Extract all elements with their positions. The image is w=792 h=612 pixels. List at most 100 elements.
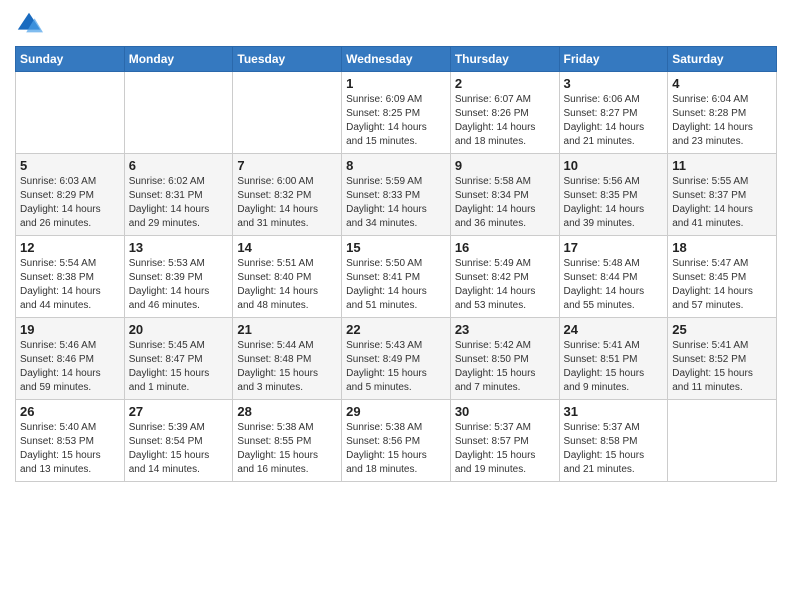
- day-number: 17: [564, 240, 664, 255]
- calendar-cell: [668, 400, 777, 482]
- day-number: 21: [237, 322, 337, 337]
- calendar-cell: 27 Sunrise: 5:39 AM Sunset: 8:54 PM Dayli…: [124, 400, 233, 482]
- day-number: 11: [672, 158, 772, 173]
- day-number: 4: [672, 76, 772, 91]
- day-info: Sunrise: 5:41 AM Sunset: 8:52 PM Dayligh…: [672, 339, 772, 395]
- day-number: 22: [346, 322, 446, 337]
- calendar-cell: 24 Sunrise: 5:41 AM Sunset: 8:51 PM Dayli…: [559, 318, 668, 400]
- calendar-week-row: 19 Sunrise: 5:46 AM Sunset: 8:46 PM Dayli…: [16, 318, 777, 400]
- day-of-week-header: Saturday: [668, 47, 777, 72]
- calendar-week-row: 26 Sunrise: 5:40 AM Sunset: 8:53 PM Dayli…: [16, 400, 777, 482]
- day-number: 20: [129, 322, 229, 337]
- calendar-cell: 23 Sunrise: 5:42 AM Sunset: 8:50 PM Dayli…: [450, 318, 559, 400]
- day-info: Sunrise: 5:37 AM Sunset: 8:58 PM Dayligh…: [564, 421, 664, 477]
- calendar-cell: 14Sunrise: 5:51 AM Sunset: 8:40 PM Dayli…: [233, 236, 342, 318]
- day-number: 7: [237, 158, 337, 173]
- day-number: 6: [129, 158, 229, 173]
- calendar-cell: 30Sunrise: 5:37 AM Sunset: 8:57 PM Dayli…: [450, 400, 559, 482]
- calendar-cell: 10 Sunrise: 5:56 AM Sunset: 8:35 PM Dayli…: [559, 154, 668, 236]
- day-info: Sunrise: 5:46 AM Sunset: 8:46 PM Dayligh…: [20, 339, 120, 395]
- day-number: 10: [564, 158, 664, 173]
- day-info: Sunrise: 6:06 AM Sunset: 8:27 PM Dayligh…: [564, 93, 664, 149]
- day-number: 9: [455, 158, 555, 173]
- calendar-cell: 31 Sunrise: 5:37 AM Sunset: 8:58 PM Dayli…: [559, 400, 668, 482]
- calendar-cell: 9 Sunrise: 5:58 AM Sunset: 8:34 PM Daylig…: [450, 154, 559, 236]
- day-number: 12: [20, 240, 120, 255]
- day-info: Sunrise: 5:39 AM Sunset: 8:54 PM Dayligh…: [129, 421, 229, 477]
- day-of-week-header: Wednesday: [342, 47, 451, 72]
- calendar-cell: 28Sunrise: 5:38 AM Sunset: 8:55 PM Dayli…: [233, 400, 342, 482]
- calendar-cell: 13 Sunrise: 5:53 AM Sunset: 8:39 PM Dayli…: [124, 236, 233, 318]
- day-of-week-header: Sunday: [16, 47, 125, 72]
- day-info: Sunrise: 5:49 AM Sunset: 8:42 PM Dayligh…: [455, 257, 555, 313]
- day-info: Sunrise: 6:02 AM Sunset: 8:31 PM Dayligh…: [129, 175, 229, 231]
- day-number: 1: [346, 76, 446, 91]
- day-info: Sunrise: 5:47 AM Sunset: 8:45 PM Dayligh…: [672, 257, 772, 313]
- page-header: [15, 10, 777, 38]
- logo-icon: [15, 10, 43, 38]
- day-info: Sunrise: 5:59 AM Sunset: 8:33 PM Dayligh…: [346, 175, 446, 231]
- day-info: Sunrise: 5:53 AM Sunset: 8:39 PM Dayligh…: [129, 257, 229, 313]
- calendar-cell: 11Sunrise: 5:55 AM Sunset: 8:37 PM Dayli…: [668, 154, 777, 236]
- calendar-cell: [124, 72, 233, 154]
- day-info: Sunrise: 5:38 AM Sunset: 8:56 PM Dayligh…: [346, 421, 446, 477]
- calendar-cell: [16, 72, 125, 154]
- calendar-cell: 8Sunrise: 5:59 AM Sunset: 8:33 PM Daylig…: [342, 154, 451, 236]
- day-number: 19: [20, 322, 120, 337]
- day-number: 3: [564, 76, 664, 91]
- day-number: 16: [455, 240, 555, 255]
- day-of-week-header: Thursday: [450, 47, 559, 72]
- calendar-cell: 20 Sunrise: 5:45 AM Sunset: 8:47 PM Dayli…: [124, 318, 233, 400]
- day-number: 27: [129, 404, 229, 419]
- day-of-week-header: Friday: [559, 47, 668, 72]
- calendar-cell: 2 Sunrise: 6:07 AM Sunset: 8:26 PM Daylig…: [450, 72, 559, 154]
- day-info: Sunrise: 5:42 AM Sunset: 8:50 PM Dayligh…: [455, 339, 555, 395]
- calendar-cell: 5Sunrise: 6:03 AM Sunset: 8:29 PM Daylig…: [16, 154, 125, 236]
- calendar-cell: 12 Sunrise: 5:54 AM Sunset: 8:38 PM Dayli…: [16, 236, 125, 318]
- day-info: Sunrise: 5:48 AM Sunset: 8:44 PM Dayligh…: [564, 257, 664, 313]
- calendar-cell: 1 Sunrise: 6:09 AM Sunset: 8:25 PM Daylig…: [342, 72, 451, 154]
- day-number: 14: [237, 240, 337, 255]
- calendar-table: SundayMondayTuesdayWednesdayThursdayFrid…: [15, 46, 777, 482]
- day-info: Sunrise: 5:56 AM Sunset: 8:35 PM Dayligh…: [564, 175, 664, 231]
- day-info: Sunrise: 5:50 AM Sunset: 8:41 PM Dayligh…: [346, 257, 446, 313]
- day-number: 26: [20, 404, 120, 419]
- day-info: Sunrise: 5:41 AM Sunset: 8:51 PM Dayligh…: [564, 339, 664, 395]
- calendar-cell: 16 Sunrise: 5:49 AM Sunset: 8:42 PM Dayli…: [450, 236, 559, 318]
- day-info: Sunrise: 5:38 AM Sunset: 8:55 PM Dayligh…: [237, 421, 337, 477]
- day-of-week-header: Tuesday: [233, 47, 342, 72]
- calendar-cell: 19 Sunrise: 5:46 AM Sunset: 8:46 PM Dayli…: [16, 318, 125, 400]
- day-info: Sunrise: 5:54 AM Sunset: 8:38 PM Dayligh…: [20, 257, 120, 313]
- calendar-cell: 21 Sunrise: 5:44 AM Sunset: 8:48 PM Dayli…: [233, 318, 342, 400]
- calendar-cell: 29Sunrise: 5:38 AM Sunset: 8:56 PM Dayli…: [342, 400, 451, 482]
- day-number: 25: [672, 322, 772, 337]
- day-number: 23: [455, 322, 555, 337]
- day-of-week-header: Monday: [124, 47, 233, 72]
- calendar-header-row: SundayMondayTuesdayWednesdayThursdayFrid…: [16, 47, 777, 72]
- calendar-cell: 17 Sunrise: 5:48 AM Sunset: 8:44 PM Dayli…: [559, 236, 668, 318]
- day-info: Sunrise: 5:45 AM Sunset: 8:47 PM Dayligh…: [129, 339, 229, 395]
- day-number: 24: [564, 322, 664, 337]
- calendar-cell: 25 Sunrise: 5:41 AM Sunset: 8:52 PM Dayli…: [668, 318, 777, 400]
- day-info: Sunrise: 5:44 AM Sunset: 8:48 PM Dayligh…: [237, 339, 337, 395]
- calendar-cell: 7 Sunrise: 6:00 AM Sunset: 8:32 PM Daylig…: [233, 154, 342, 236]
- day-number: 2: [455, 76, 555, 91]
- calendar-week-row: 1 Sunrise: 6:09 AM Sunset: 8:25 PM Daylig…: [16, 72, 777, 154]
- day-info: Sunrise: 5:58 AM Sunset: 8:34 PM Dayligh…: [455, 175, 555, 231]
- day-number: 5: [20, 158, 120, 173]
- day-number: 18: [672, 240, 772, 255]
- day-number: 30: [455, 404, 555, 419]
- day-info: Sunrise: 6:04 AM Sunset: 8:28 PM Dayligh…: [672, 93, 772, 149]
- day-info: Sunrise: 6:07 AM Sunset: 8:26 PM Dayligh…: [455, 93, 555, 149]
- day-number: 31: [564, 404, 664, 419]
- calendar-week-row: 12 Sunrise: 5:54 AM Sunset: 8:38 PM Dayli…: [16, 236, 777, 318]
- calendar-cell: 4 Sunrise: 6:04 AM Sunset: 8:28 PM Daylig…: [668, 72, 777, 154]
- day-info: Sunrise: 6:09 AM Sunset: 8:25 PM Dayligh…: [346, 93, 446, 149]
- day-number: 13: [129, 240, 229, 255]
- day-info: Sunrise: 5:40 AM Sunset: 8:53 PM Dayligh…: [20, 421, 120, 477]
- day-info: Sunrise: 6:00 AM Sunset: 8:32 PM Dayligh…: [237, 175, 337, 231]
- day-info: Sunrise: 5:43 AM Sunset: 8:49 PM Dayligh…: [346, 339, 446, 395]
- logo: [15, 10, 45, 38]
- calendar-cell: 3 Sunrise: 6:06 AM Sunset: 8:27 PM Daylig…: [559, 72, 668, 154]
- calendar-week-row: 5Sunrise: 6:03 AM Sunset: 8:29 PM Daylig…: [16, 154, 777, 236]
